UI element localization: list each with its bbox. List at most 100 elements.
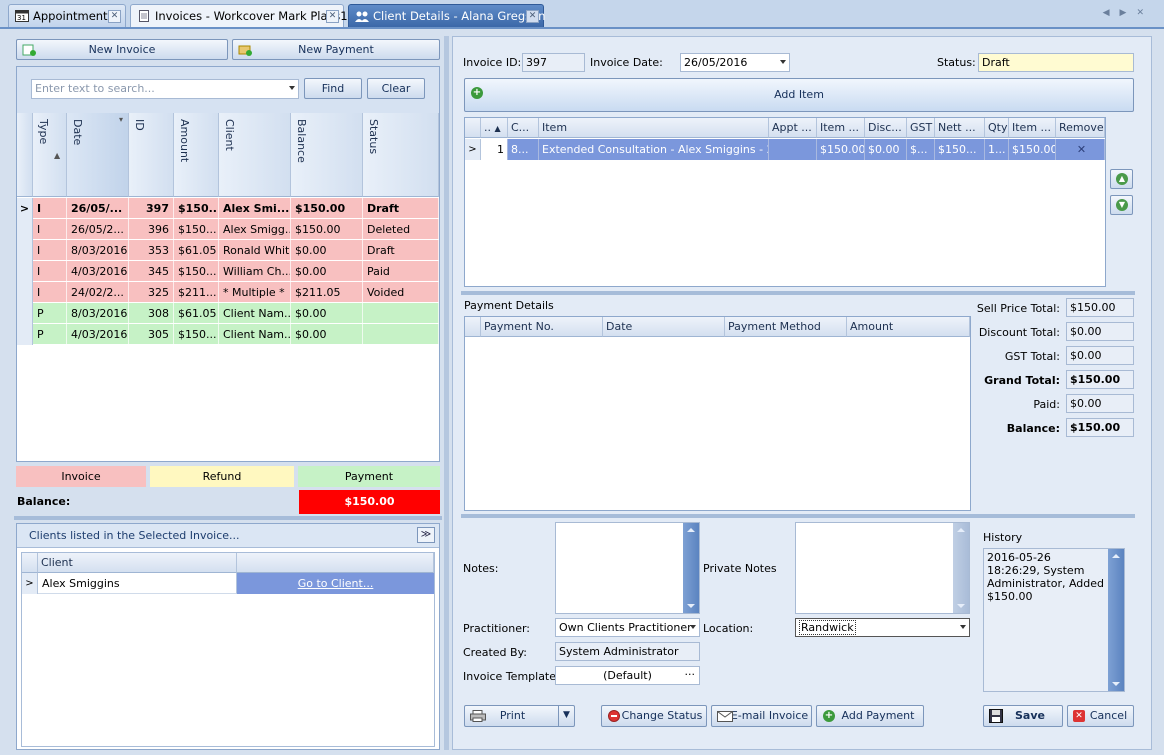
cell-client[interactable]: Alex Smigg... bbox=[219, 219, 291, 240]
vertical-splitter[interactable] bbox=[444, 36, 449, 750]
item-price-cell[interactable]: $150.00 bbox=[817, 139, 865, 160]
column-header-balance[interactable]: Balance bbox=[291, 113, 363, 197]
cell-date[interactable]: 4/03/2016 bbox=[67, 324, 129, 345]
chevron-down-icon[interactable] bbox=[289, 86, 295, 90]
cell-id[interactable]: 353 bbox=[129, 240, 174, 261]
column-header-amount[interactable]: Amount bbox=[847, 317, 970, 337]
search-input[interactable]: Enter text to search... bbox=[31, 79, 299, 99]
cell-type[interactable]: I bbox=[33, 240, 67, 261]
invoice-date-field[interactable]: 26/05/2016 bbox=[680, 53, 790, 72]
location-select[interactable]: Randwick bbox=[795, 618, 970, 637]
close-icon[interactable]: ✕ bbox=[108, 10, 121, 23]
table-row[interactable]: > I 26/05/... 397 $150... Alex Smi... $150.00 D… bbox=[17, 198, 439, 219]
cell-status[interactable] bbox=[363, 324, 439, 345]
item-code-cell[interactable]: 8... bbox=[508, 139, 539, 160]
cell-client[interactable]: * Multiple * bbox=[219, 282, 291, 303]
cell-date[interactable]: 26/05/2... bbox=[67, 219, 129, 240]
cell-client[interactable]: Ronald White bbox=[219, 240, 291, 261]
column-header-client[interactable]: Client bbox=[38, 553, 237, 573]
move-down-button[interactable]: ▼ bbox=[1110, 195, 1133, 215]
cell-amount[interactable]: $150... bbox=[174, 261, 219, 282]
column-header-nett[interactable]: Nett ... bbox=[935, 118, 985, 138]
scrollbar[interactable] bbox=[683, 523, 699, 613]
notes-textarea[interactable] bbox=[555, 522, 700, 614]
add-item-button[interactable]: + Add Item bbox=[464, 78, 1134, 112]
cell-client[interactable]: Client Nam... bbox=[219, 303, 291, 324]
clear-button[interactable]: Clear bbox=[367, 78, 425, 99]
item-appt-cell[interactable] bbox=[769, 139, 817, 160]
left-splitter[interactable] bbox=[14, 516, 442, 520]
tab-appointments[interactable]: 31 Appointments ✕ bbox=[8, 4, 126, 27]
cell-status[interactable]: Draft bbox=[363, 198, 439, 219]
change-status-button[interactable]: Change Status bbox=[601, 705, 707, 727]
tab-client-details[interactable]: Client Details - Alana Gregson ✕ bbox=[348, 4, 545, 27]
column-header-type[interactable]: Type ▲ bbox=[33, 113, 67, 197]
item-row[interactable]: 8... Extended Consultation - Alex Smiggi… bbox=[508, 139, 1105, 160]
cell-status[interactable]: Deleted bbox=[363, 219, 439, 240]
save-button[interactable]: Save bbox=[983, 705, 1063, 727]
column-header-code[interactable]: C... bbox=[508, 118, 539, 138]
cell-type[interactable]: P bbox=[33, 303, 67, 324]
column-header-item-total[interactable]: Item ... bbox=[1009, 118, 1056, 138]
cell-id[interactable]: 325 bbox=[129, 282, 174, 303]
cell-date[interactable]: 24/02/2... bbox=[67, 282, 129, 303]
cell-id[interactable]: 345 bbox=[129, 261, 174, 282]
find-button[interactable]: Find bbox=[304, 78, 362, 99]
add-payment-button[interactable]: + Add Payment bbox=[816, 705, 924, 727]
cell-status[interactable]: Voided bbox=[363, 282, 439, 303]
private-notes-textarea[interactable] bbox=[795, 522, 970, 614]
ellipsis-icon[interactable]: ··· bbox=[685, 668, 696, 681]
item-num-cell[interactable]: 1 bbox=[481, 139, 508, 160]
column-header-discount[interactable]: Disc... bbox=[865, 118, 907, 138]
item-qty-cell[interactable]: 1... bbox=[985, 139, 1009, 160]
column-header-id[interactable]: ID bbox=[129, 113, 174, 197]
go-to-client-link[interactable]: Go to Client... bbox=[237, 573, 434, 594]
cell-date[interactable]: 4/03/2016 bbox=[67, 261, 129, 282]
cell-client[interactable]: William Ch... bbox=[219, 261, 291, 282]
cell-type[interactable]: I bbox=[33, 198, 67, 219]
scrollbar[interactable] bbox=[1108, 549, 1124, 691]
cell-balance[interactable]: $150.00 bbox=[291, 219, 363, 240]
table-row[interactable]: I 24/02/2... 325 $211... * Multiple * $211.05… bbox=[17, 282, 439, 303]
cell-id[interactable]: 308 bbox=[129, 303, 174, 324]
cell-balance[interactable]: $0.00 bbox=[291, 261, 363, 282]
close-icon[interactable]: ✕ bbox=[526, 10, 539, 23]
item-discount-cell[interactable]: $0.00 bbox=[865, 139, 907, 160]
cell-type[interactable]: I bbox=[33, 261, 67, 282]
cell-type[interactable]: I bbox=[33, 282, 67, 303]
cell-date[interactable]: 8/03/2016 bbox=[67, 240, 129, 261]
column-header-num[interactable]: .. ▲ bbox=[481, 118, 508, 138]
status-field[interactable]: Draft bbox=[978, 53, 1134, 72]
cell-id[interactable]: 397 bbox=[129, 198, 174, 219]
cell-balance[interactable]: $211.05 bbox=[291, 282, 363, 303]
chevron-down-icon[interactable] bbox=[690, 625, 696, 629]
remove-icon[interactable]: ✕ bbox=[1056, 139, 1105, 160]
scrollbar[interactable] bbox=[953, 523, 969, 613]
cell-status[interactable]: Paid bbox=[363, 261, 439, 282]
column-header-date[interactable]: Date bbox=[603, 317, 725, 337]
column-header-item[interactable]: Item bbox=[539, 118, 769, 138]
cell-status[interactable] bbox=[363, 303, 439, 324]
new-invoice-button[interactable]: New Invoice bbox=[16, 39, 228, 60]
column-header-payment-no[interactable]: Payment No. bbox=[481, 317, 603, 337]
column-header-appt[interactable]: Appt ... bbox=[769, 118, 817, 138]
email-invoice-button[interactable]: E-mail Invoice bbox=[711, 705, 812, 727]
tab-scroll-arrows[interactable]: ◀▶✕ bbox=[1103, 8, 1154, 18]
column-header-date[interactable]: Date ▾ bbox=[67, 113, 129, 197]
cell-balance[interactable]: $0.00 bbox=[291, 324, 363, 345]
column-header-qty[interactable]: Qty bbox=[985, 118, 1009, 138]
table-row[interactable]: P 4/03/2016 305 $150... Client Nam... $0.00 bbox=[17, 324, 439, 345]
cell-amount[interactable]: $150... bbox=[174, 219, 219, 240]
chevron-down-icon[interactable] bbox=[960, 625, 966, 629]
cell-type[interactable]: I bbox=[33, 219, 67, 240]
cell-date[interactable]: 26/05/... bbox=[67, 198, 129, 219]
column-header-client[interactable]: Client bbox=[219, 113, 291, 197]
column-header-remove[interactable]: Remove bbox=[1056, 118, 1105, 138]
cell-type[interactable]: P bbox=[33, 324, 67, 345]
client-name-cell[interactable]: Alex Smiggins bbox=[38, 573, 237, 594]
cell-amount[interactable]: $150... bbox=[174, 324, 219, 345]
filter-icon[interactable]: ▾ bbox=[119, 115, 123, 124]
payments-splitter[interactable] bbox=[461, 514, 1135, 518]
cell-amount[interactable]: $150... bbox=[174, 198, 219, 219]
history-textarea[interactable]: 2016-05-26 18:26:29, System Administrato… bbox=[983, 548, 1125, 692]
